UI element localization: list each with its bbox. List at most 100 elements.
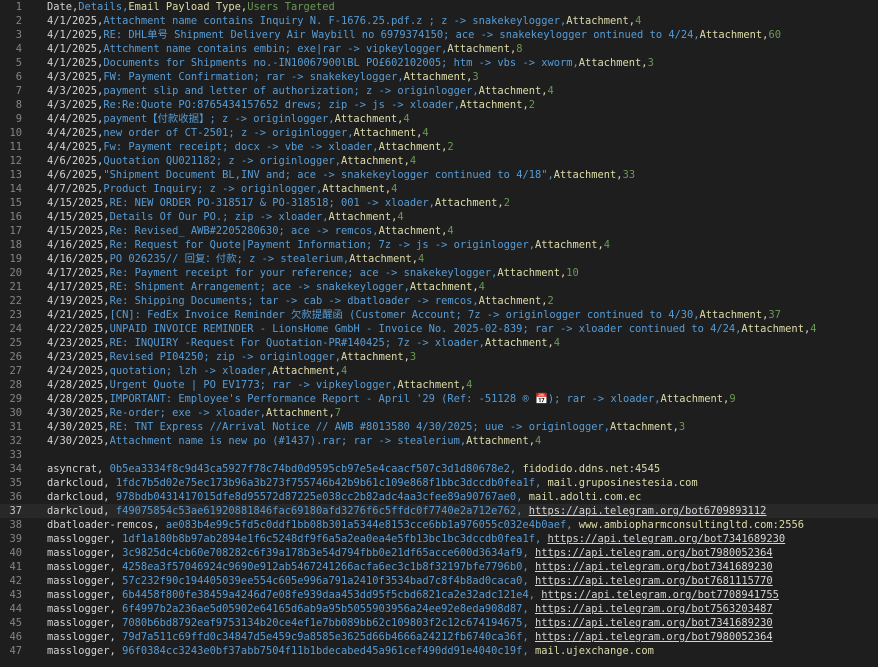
editor-line[interactable]: 7 4/3/2025,payment slip and letter of aut… <box>0 84 878 98</box>
editor-line[interactable]: 39 masslogger, 1df1a180b8b97ab2894e1f6c52… <box>0 532 878 546</box>
text-segment: Attachment, <box>378 225 448 237</box>
editor-line[interactable]: 29 4/28/2025,IMPORTANT: Employee's Perfor… <box>0 392 878 406</box>
editor-line[interactable]: 10 4/4/2025,new order of CT-2501; z -> or… <box>0 126 878 140</box>
editor-line[interactable]: 43 masslogger, 6b4458f800fe38459a4246d7e0… <box>0 588 878 602</box>
url-link[interactable]: https://api.telegram.org/bot7980052364 <box>535 547 773 559</box>
editor-line[interactable]: 27 4/24/2025,quotation; lzh -> xloader,At… <box>0 364 878 378</box>
editor-line[interactable]: 18 4/16/2025,Re: Request for Quote|Paymen… <box>0 238 878 252</box>
text-segment: Attachment, <box>566 15 636 27</box>
text-segment: Revised PI04250; zip -> originlogger, <box>109 351 342 363</box>
line-text: 4/15/2025,Details Of Our PO.; zip -> xlo… <box>47 210 404 224</box>
editor-line[interactable]: 22 4/19/2025,Re: Shipping Documents; tar … <box>0 294 878 308</box>
text-segment: darkcloud, <box>47 491 116 503</box>
editor-line[interactable]: 37 darkcloud, f49075854c53ae61920881846fa… <box>0 504 878 518</box>
text-segment: 4/30/2025, <box>47 421 110 433</box>
editor-line[interactable]: 17 4/15/2025,Re: Revised_ AWB#2205280630;… <box>0 224 878 238</box>
url-link[interactable]: https://api.telegram.org/bot6709893112 <box>529 505 767 517</box>
text-segment: Attachment name is new po (#1437).rar; r… <box>109 435 467 447</box>
url-link[interactable]: https://api.telegram.org/bot7341689230 <box>547 533 785 545</box>
editor-line[interactable]: 21 4/17/2025,RE: Shipment Arrangement; ac… <box>0 280 878 294</box>
editor-line[interactable]: 1 Date,Details,Email Payload Type,Users T… <box>0 0 878 14</box>
line-text: masslogger, 1df1a180b8b97ab2894e1f6c5248… <box>47 532 785 546</box>
editor-line[interactable]: 4 4/1/2025,Attchment name contains embin;… <box>0 42 878 56</box>
line-number: 15 <box>9 197 22 209</box>
editor-line[interactable]: 2 4/1/2025,Attachment name contains Inqui… <box>0 14 878 28</box>
text-segment: Attachment, <box>341 351 410 363</box>
line-number: 31 <box>9 421 22 433</box>
text-segment: darkcloud, <box>47 477 116 489</box>
editor-line[interactable]: 34 asyncrat, 0b5ea3334f8c9d43ca5927f78c74… <box>0 462 878 476</box>
editor-line[interactable]: 38 dbatloader-remcos, ae083b4e99c5fd5c0dd… <box>0 518 878 532</box>
line-number: 30 <box>9 407 22 419</box>
url-link[interactable]: https://api.telegram.org/bot7681115770 <box>535 575 773 587</box>
editor-line[interactable]: 20 4/17/2025,Re: Payment receipt for your… <box>0 266 878 280</box>
url-link[interactable]: https://api.telegram.org/bot7980052364 <box>535 631 773 643</box>
editor-line[interactable]: 36 darkcloud, 978bdb0431417015dfe8d95572d… <box>0 490 878 504</box>
editor-line[interactable]: 33 <box>0 448 878 462</box>
url-link[interactable]: https://api.telegram.org/bot7563203487 <box>535 603 773 615</box>
editor-line[interactable]: 24 4/22/2025,UNPAID INVOICE REMINDER - Li… <box>0 322 878 336</box>
line-text: 4/6/2025,Quotation QU021182; z -> origin… <box>47 154 416 168</box>
editor-line[interactable]: 16 4/15/2025,Details Of Our PO.; zip -> x… <box>0 210 878 224</box>
editor-line[interactable]: 14 4/7/2025,Product Inquiry; z -> originl… <box>0 182 878 196</box>
code-editor[interactable]: 1 Date,Details,Email Payload Type,Users T… <box>0 0 878 667</box>
line-number: 11 <box>9 141 22 153</box>
text-segment: 3c9825dc4cb60e708282c6f39a178b3e54d794fb… <box>122 547 535 559</box>
line-number: 1 <box>15 1 22 13</box>
editor-line[interactable]: 42 masslogger, 57c232f90c194405039ee554c6… <box>0 574 878 588</box>
editor-line[interactable]: 19 4/16/2025,PO 026235// 回复：付款; z -> stea… <box>0 252 878 266</box>
text-segment: 4 <box>403 113 410 125</box>
editor-line[interactable]: 41 masslogger, 4258ea3f57046924c9690e912a… <box>0 560 878 574</box>
text-segment: Attachment, <box>699 29 769 41</box>
editor-line[interactable]: 28 4/28/2025,Urgent Quote | PO EV1773; ra… <box>0 378 878 392</box>
text-segment: new order of CT-2501; z -> originlogger, <box>103 127 354 139</box>
editor-line[interactable]: 9 4/4/2025,payment【付款收据】; z -> originlogg… <box>0 112 878 126</box>
text-segment: Attachment, <box>578 57 648 69</box>
line-text: 4/1/2025,RE: DHL单号 Shipment Delivery Air… <box>47 28 781 42</box>
editor-line[interactable]: 11 4/4/2025,Fw: Payment receipt; docx -> … <box>0 140 878 154</box>
editor-line[interactable]: 31 4/30/2025,RE: TNT Express //Arrival No… <box>0 420 878 434</box>
text-segment: 79d7a511c69ffd0c34847d5e459c9a8585e3625d… <box>122 631 535 643</box>
editor-line[interactable]: 12 4/6/2025,Quotation QU021182; z -> orig… <box>0 154 878 168</box>
editor-line[interactable]: 47 masslogger, 96f0384cc3243e0bf37abb7504… <box>0 644 878 658</box>
editor-line[interactable]: 15 4/15/2025,RE: NEW ORDER PO-318517 & PO… <box>0 196 878 210</box>
editor-line[interactable]: 8 4/3/2025,Re:Re:Quote PO:8765434157652 d… <box>0 98 878 112</box>
text-segment: 2 <box>447 141 454 153</box>
editor-line[interactable]: 35 darkcloud, 1fdc7b5d02e75ec173b96a3b273… <box>0 476 878 490</box>
line-text: masslogger, 6f4997b2a236ae5d05902e64165d… <box>47 602 773 616</box>
line-text: 4/30/2025,RE: TNT Express //Arrival Noti… <box>47 420 685 434</box>
editor-line[interactable]: 44 masslogger, 6f4997b2a236ae5d05902e6416… <box>0 602 878 616</box>
text-segment: Attachment, <box>466 435 535 447</box>
editor-line[interactable]: 32 4/30/2025,Attachment name is new po (#… <box>0 434 878 448</box>
text-segment: masslogger, <box>47 533 123 545</box>
editor-line[interactable]: 45 masslogger, 7080b6bd8792eaf9753134b20c… <box>0 616 878 630</box>
line-number: 24 <box>9 323 22 335</box>
editor-line[interactable]: 3 4/1/2025,RE: DHL单号 Shipment Delivery Ai… <box>0 28 878 42</box>
text-segment: Attachment, <box>459 99 529 111</box>
line-text: masslogger, 3c9825dc4cb60e708282c6f39a17… <box>47 546 773 560</box>
text-segment: Re-order; exe -> xloader, <box>109 407 266 419</box>
line-number: 36 <box>9 491 22 503</box>
line-number: 27 <box>9 365 22 377</box>
editor-line[interactable]: 5 4/1/2025,Documents for Shipments no.-IN… <box>0 56 878 70</box>
line-text: darkcloud, 1fdc7b5d02e75ec173b96a3b273f7… <box>47 476 698 490</box>
url-link[interactable]: https://api.telegram.org/bot7341689230 <box>535 617 773 629</box>
editor-line[interactable]: 30 4/30/2025,Re-order; exe -> xloader,Att… <box>0 406 878 420</box>
url-link[interactable]: https://api.telegram.org/bot7708941755 <box>541 589 779 601</box>
editor-line[interactable]: 40 masslogger, 3c9825dc4cb60e708282c6f39a… <box>0 546 878 560</box>
text-segment: 4/1/2025, <box>47 43 104 55</box>
text-segment: 4 <box>447 225 454 237</box>
text-segment: 2 <box>547 295 554 307</box>
text-segment: 4/4/2025, <box>47 141 104 153</box>
text-segment: 4/1/2025, <box>47 29 104 41</box>
line-text: 4/3/2025,Re:Re:Quote PO:8765434157652 dr… <box>47 98 535 112</box>
url-link[interactable]: https://api.telegram.org/bot7341689230 <box>535 561 773 573</box>
text-segment: Attachment, <box>397 379 467 391</box>
editor-line[interactable]: 26 4/23/2025,Revised PI04250; zip -> orig… <box>0 350 878 364</box>
editor-line[interactable]: 6 4/3/2025,FW: Payment Confirmation; rar … <box>0 70 878 84</box>
editor-line[interactable]: 25 4/23/2025,RE: INQUIRY -Request For Quo… <box>0 336 878 350</box>
editor-line[interactable]: 23 4/21/2025,[CN]: FedEx Invoice Reminder… <box>0 308 878 322</box>
line-text: 4/15/2025,RE: NEW ORDER PO-318517 & PO-3… <box>47 196 510 210</box>
editor-line[interactable]: 13 4/6/2025,"Shipment Document BL,INV and… <box>0 168 878 182</box>
editor-line[interactable]: 46 masslogger, 79d7a511c69ffd0c34847d5e45… <box>0 630 878 644</box>
